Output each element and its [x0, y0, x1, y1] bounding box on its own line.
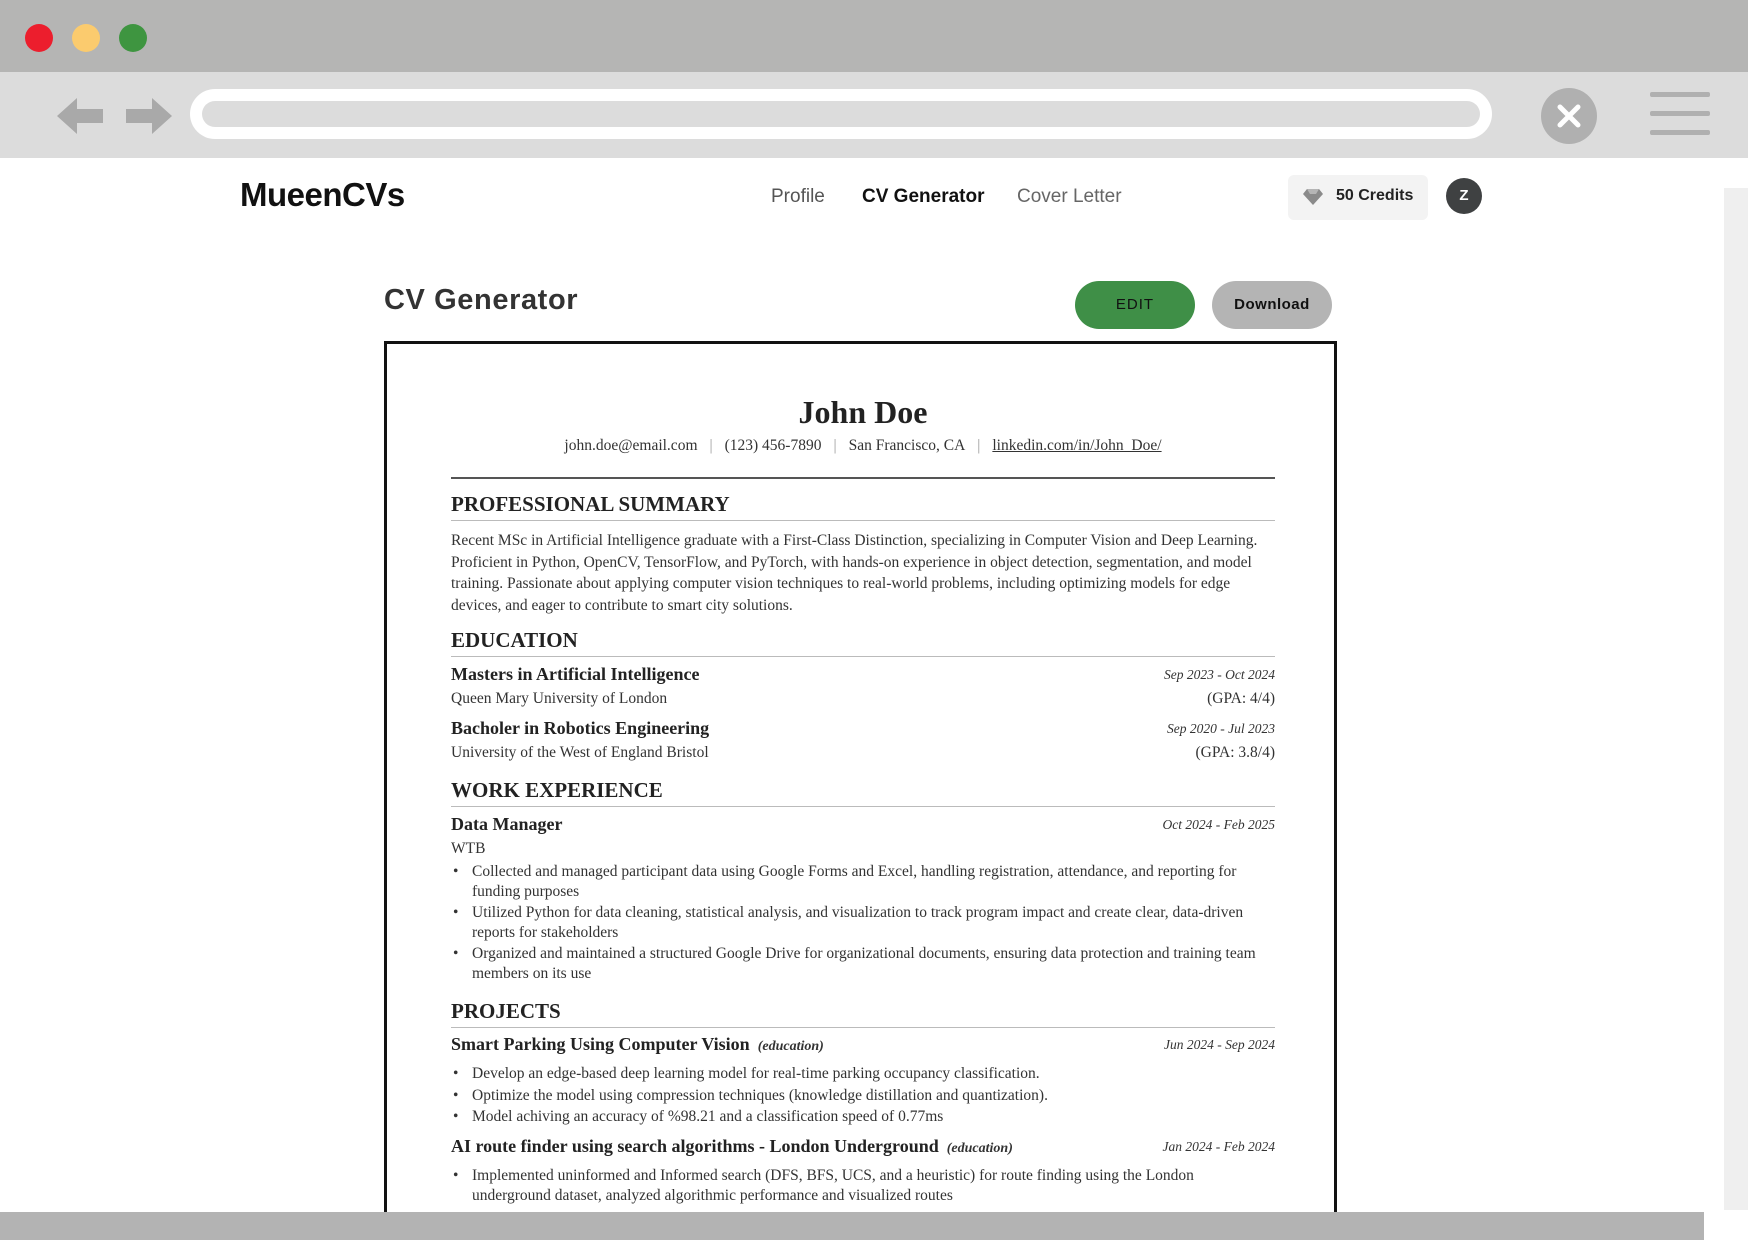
work-title: Data Manager — [451, 814, 563, 834]
project-dates: Jan 2024 - Feb 2024 — [1162, 1139, 1275, 1154]
section-heading-education: EDUCATION — [451, 628, 1275, 657]
work-entry-1-company: WTB — [451, 840, 1275, 862]
list-item: Optimize the model using compression tec… — [451, 1086, 1275, 1106]
nav-profile[interactable]: Profile — [771, 186, 825, 208]
address-bar[interactable] — [190, 89, 1492, 139]
hamburger-line — [1650, 130, 1710, 135]
window-maximize-dot[interactable] — [119, 24, 147, 52]
project-tag: (education) — [757, 1039, 824, 1054]
work-dates: Oct 2024 - Feb 2025 — [1162, 817, 1275, 832]
arrow-left-icon — [57, 98, 103, 134]
work-entry-1: Data Manager Oct 2024 - Feb 2025 — [451, 814, 1275, 836]
education-entry-1: Masters in Artificial Intelligence Sep 2… — [451, 664, 1275, 686]
section-heading-work: WORK EXPERIENCE — [451, 778, 1275, 807]
header-divider — [451, 477, 1275, 479]
section-heading-summary: PROFESSIONAL SUMMARY — [451, 492, 1275, 521]
project-title: AI route finder using search algorithms … — [451, 1136, 939, 1156]
credits-label: 50 Credits — [1336, 187, 1414, 204]
window-minimize-dot[interactable] — [72, 24, 100, 52]
project-entry-1: Smart Parking Using Computer Vision (educ… — [451, 1034, 1275, 1056]
cv-phone: (123) 456-7890 — [724, 437, 822, 454]
project-entry-2: AI route finder using search algorithms … — [451, 1136, 1275, 1158]
diamond-icon — [1303, 189, 1323, 205]
window-titlebar — [0, 0, 1748, 72]
education-entry-2: Bacholer in Robotics Engineering Sep 202… — [451, 718, 1275, 740]
close-tab-button[interactable] — [1541, 88, 1597, 144]
cv-location: San Francisco, CA — [848, 437, 966, 454]
close-icon — [1557, 104, 1581, 128]
education-school: Queen Mary University of London — [451, 690, 668, 707]
browser-toolbar — [0, 72, 1748, 158]
nav-cv-generator[interactable]: CV Generator — [862, 186, 984, 208]
education-school: University of the West of England Bristo… — [451, 744, 709, 761]
project-title-wrap: AI route finder using search algorithms … — [451, 1136, 1013, 1157]
project-title: Smart Parking Using Computer Vision — [451, 1034, 750, 1054]
summary-text: Recent MSc in Artificial Intelligence gr… — [451, 532, 1258, 614]
list-item: Develop an edge-based deep learning mode… — [451, 1064, 1275, 1084]
address-input[interactable] — [202, 101, 1480, 127]
list-item: Organized and maintained a structured Go… — [451, 944, 1275, 983]
section-heading-projects: PROJECTS — [451, 999, 1275, 1028]
project-bullets: Implemented uninformed and Informed sear… — [451, 1166, 1275, 1207]
hamburger-line — [1650, 111, 1710, 116]
user-avatar[interactable]: Z — [1446, 178, 1482, 214]
list-item: Model achiving an accuracy of %98.21 and… — [451, 1107, 1275, 1127]
list-item: Utilized Python for data cleaning, stati… — [451, 903, 1275, 942]
education-gpa: (GPA: 3.8/4) — [1195, 744, 1275, 761]
hamburger-menu-icon — [1650, 92, 1710, 97]
cv-linkedin-link[interactable]: linkedin.com/in/John_Doe/ — [980, 437, 1173, 454]
project-dates: Jun 2024 - Sep 2024 — [1164, 1037, 1275, 1052]
credits-badge[interactable]: 50 Credits — [1288, 175, 1428, 220]
education-gpa: (GPA: 4/4) — [1207, 690, 1275, 707]
list-item: Collected and managed participant data u… — [451, 862, 1275, 901]
education-entry-2-details: University of the West of England Bristo… — [451, 744, 1275, 766]
nav-cover-letter[interactable]: Cover Letter — [1017, 186, 1122, 208]
arrow-right-icon — [126, 98, 172, 134]
education-degree: Masters in Artificial Intelligence — [451, 664, 700, 684]
project-tag: (education) — [946, 1141, 1013, 1156]
cv-name: John Doe — [798, 394, 928, 430]
edit-button[interactable]: EDIT — [1075, 281, 1195, 329]
horizontal-scrollbar[interactable] — [0, 1212, 1704, 1240]
project-title-wrap: Smart Parking Using Computer Vision (educ… — [451, 1034, 824, 1055]
page-title: CV Generator — [384, 284, 579, 316]
project-bullets: Develop an edge-based deep learning mode… — [451, 1064, 1275, 1129]
education-entry-1-details: Queen Mary University of London (GPA: 4/… — [451, 690, 1275, 712]
vertical-scrollbar[interactable] — [1724, 188, 1748, 1210]
cv-preview: John Doe john.doe@email.com | (123) 456-78… — [384, 341, 1337, 1221]
forward-button[interactable] — [122, 94, 172, 138]
education-degree: Bacholer in Robotics Engineering — [451, 718, 710, 738]
education-dates: Sep 2023 - Oct 2024 — [1164, 667, 1275, 682]
cv-email: john.doe@email.com — [564, 437, 698, 454]
app-logo[interactable]: MueenCVs — [240, 176, 405, 214]
back-button[interactable] — [57, 94, 107, 138]
list-item: Implemented uninformed and Informed sear… — [451, 1166, 1275, 1205]
education-dates: Sep 2020 - Jul 2023 — [1167, 721, 1275, 736]
work-bullets: Collected and managed participant data u… — [451, 862, 1275, 985]
cv-contact-line: john.doe@email.com | (123) 456-7890 | San Fr… — [451, 437, 1275, 455]
work-company: WTB — [451, 840, 486, 857]
download-button[interactable]: Download — [1212, 281, 1332, 329]
browser-menu-button[interactable] — [1650, 92, 1710, 136]
window-close-dot[interactable] — [25, 24, 53, 52]
